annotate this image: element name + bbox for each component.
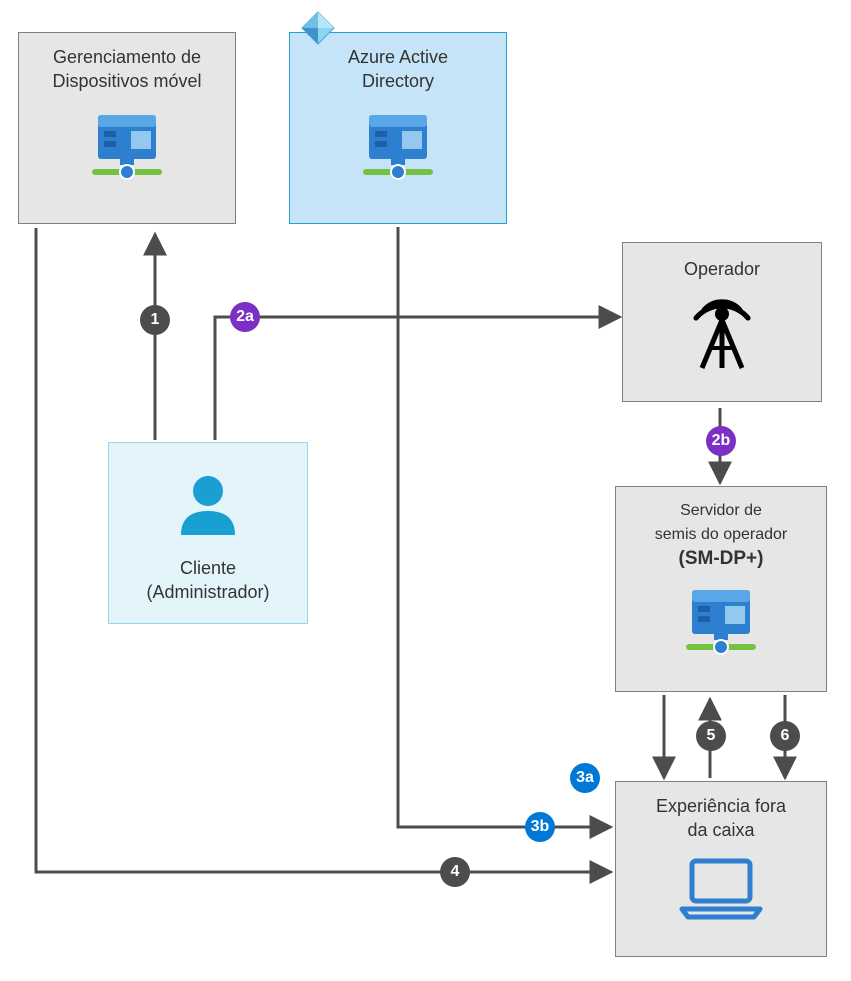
aad-line1: Azure Active [348, 47, 448, 67]
step-1-badge: 1 [140, 305, 170, 335]
box-aad: Azure Active Directory [289, 32, 507, 224]
step-2b-badge: 2b [706, 426, 736, 456]
box-smdp-title: Servidor de semis do operador (SM-DP+) [616, 487, 826, 571]
mdm-line2: Dispositivos móvel [52, 71, 201, 91]
step-5-badge: 5 [696, 721, 726, 751]
step-2b-label: 2b [712, 432, 731, 450]
box-cliente: Cliente (Administrador) [108, 442, 308, 624]
step-1-label: 1 [151, 311, 160, 329]
server-icon [616, 571, 826, 671]
server-icon [290, 93, 506, 198]
cliente-line1: Cliente [180, 558, 236, 578]
oobe-line2: da caixa [687, 820, 754, 840]
step-3b-label: 3b [531, 818, 550, 836]
step-6-label: 6 [781, 727, 790, 745]
step-3b-badge: 3b [525, 812, 555, 842]
smdp-line3: (SM-DP+) [626, 547, 816, 571]
box-cliente-title: Cliente (Administrador) [109, 554, 307, 604]
aad-line2: Directory [362, 71, 434, 91]
step-2a-label: 2a [236, 308, 254, 326]
smdp-line2: semis do operador [626, 523, 816, 547]
step-4-label: 4 [451, 863, 460, 881]
box-mdm: Gerenciamento de Dispositivos móvel [18, 32, 236, 224]
laptop-icon [616, 842, 826, 937]
azure-gem-icon [300, 10, 336, 46]
antenna-icon [623, 281, 821, 381]
operador-line1: Operador [684, 259, 760, 279]
smdp-line1: Servidor de [626, 499, 816, 523]
step-6-badge: 6 [770, 721, 800, 751]
box-mdm-title: Gerenciamento de Dispositivos móvel [19, 33, 235, 93]
box-oobe: Experiência fora da caixa [615, 781, 827, 957]
oobe-line1: Experiência fora [656, 796, 786, 816]
box-smdp: Servidor de semis do operador (SM-DP+) [615, 486, 827, 692]
step-3a-badge: 3a [570, 763, 600, 793]
cliente-line2: (Administrador) [146, 582, 269, 602]
box-oobe-title: Experiência fora da caixa [616, 782, 826, 842]
step-5-label: 5 [707, 727, 716, 745]
mdm-line1: Gerenciamento de [53, 47, 201, 67]
box-operador-title: Operador [623, 243, 821, 281]
step-2a-badge: 2a [230, 302, 260, 332]
user-icon [109, 443, 307, 554]
box-operador: Operador [622, 242, 822, 402]
step-3a-label: 3a [576, 769, 594, 787]
step-4-badge: 4 [440, 857, 470, 887]
server-icon [19, 93, 235, 198]
